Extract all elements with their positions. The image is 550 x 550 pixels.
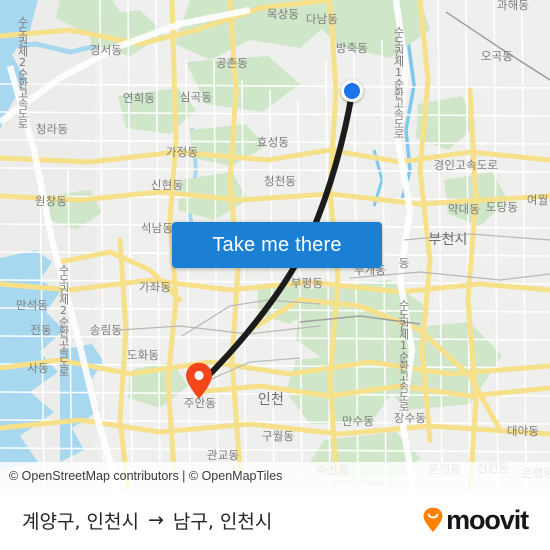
moovit-pin-icon (423, 507, 443, 532)
moovit-logo[interactable]: moovit (422, 504, 529, 535)
trip-summary: 계양구, 인천시 → 남구, 인천시 (22, 507, 272, 534)
map-viewport[interactable]: 목상동 다남동 과해동 경서동 방축동 오곡동 공촌동 연희동 심곡동 효성동 청라동 가정동 경인고속… (0, 0, 550, 490)
destination-pin[interactable] (184, 362, 214, 400)
take-me-there-label: Take me there (212, 233, 342, 256)
arrow-right-icon: → (147, 508, 164, 531)
origin-dot[interactable] (341, 80, 363, 102)
take-me-there-button[interactable]: Take me there (172, 222, 382, 268)
moovit-wordmark: moovit (446, 504, 529, 535)
moovit-map-card: 목상동 다남동 과해동 경서동 방축동 오곡동 공촌동 연희동 심곡동 효성동 청라동 가정동 경인고속… (0, 0, 550, 550)
attribution-text: © OpenStreetMap contributors | © OpenMap… (9, 469, 283, 483)
trip-origin: 계양구, 인천시 (22, 510, 139, 533)
map-attribution-bar: © OpenStreetMap contributors | © OpenMap… (0, 462, 550, 490)
trip-destination: 남구, 인천시 (172, 510, 273, 533)
footer-bar: 계양구, 인천시 → 남구, 인천시 moovit (0, 490, 550, 550)
